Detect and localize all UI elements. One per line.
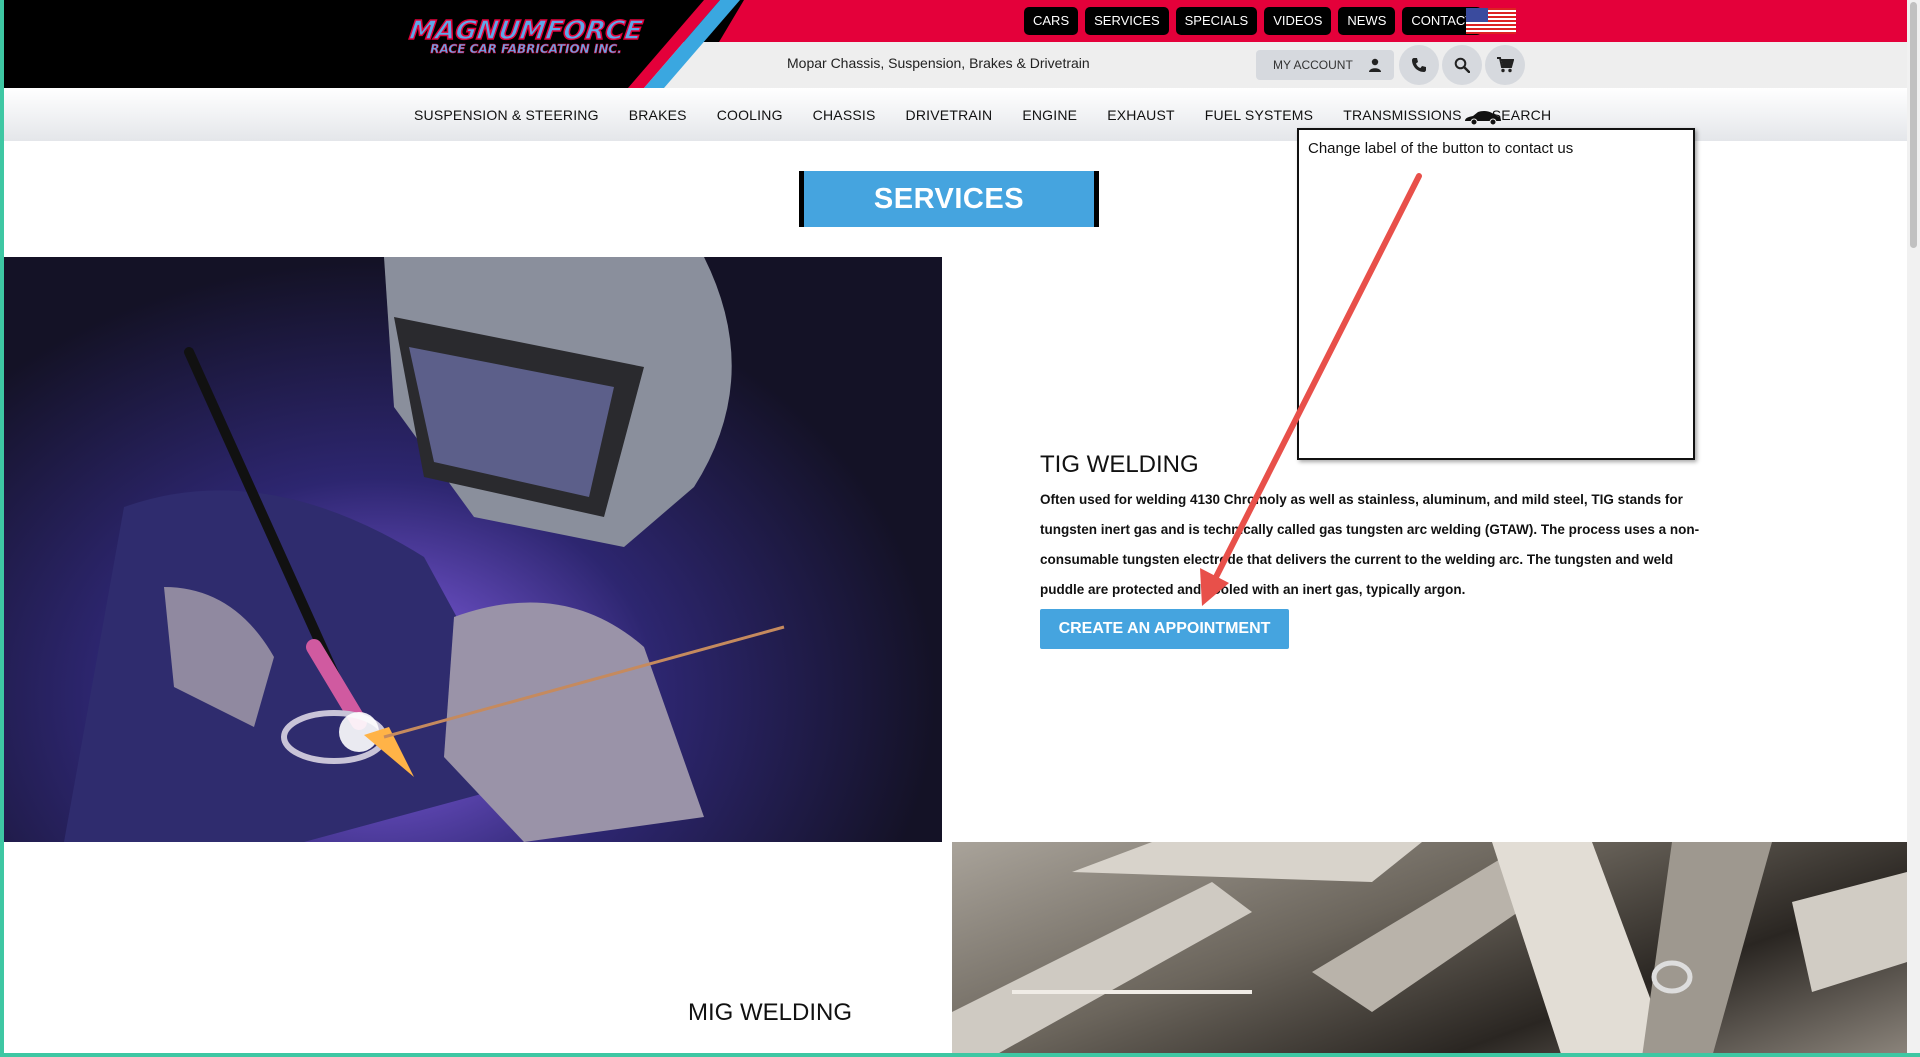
nav-suspension-steering[interactable]: SUSPENSION & STEERING xyxy=(414,107,599,123)
my-account-button[interactable]: MY ACCOUNT xyxy=(1256,50,1394,80)
annotation-text: Change label of the button to contact us xyxy=(1308,140,1574,157)
nav-brakes[interactable]: BRAKES xyxy=(629,107,687,123)
tig-welding-image xyxy=(4,257,942,842)
top-nav-cars[interactable]: CARS xyxy=(1024,7,1079,35)
nav-drivetrain[interactable]: DRIVETRAIN xyxy=(906,107,993,123)
nav-transmissions[interactable]: TRANSMISSIONS xyxy=(1343,107,1462,123)
logo-sub-text: RACE CAR FABRICATION INC. xyxy=(430,42,622,57)
scrollbar-thumb[interactable] xyxy=(1910,2,1917,248)
browser-viewport: MAGNUMFORCE RACE CAR FABRICATION INC. CA… xyxy=(4,0,1907,1053)
my-account-label: MY ACCOUNT xyxy=(1273,58,1353,72)
cart-button[interactable] xyxy=(1485,45,1525,85)
mig-welding-image xyxy=(952,842,1907,1053)
phone-icon xyxy=(1412,58,1426,72)
nav-cooling[interactable]: COOLING xyxy=(717,107,783,123)
flag-canton xyxy=(1466,8,1488,22)
top-nav-specials[interactable]: SPECIALS xyxy=(1175,7,1258,35)
car-search-icon[interactable] xyxy=(1464,110,1502,126)
user-icon xyxy=(1369,58,1381,72)
top-nav-videos[interactable]: VIDEOS xyxy=(1264,7,1332,35)
phone-button[interactable] xyxy=(1399,45,1439,85)
nav-exhaust[interactable]: EXHAUST xyxy=(1107,107,1175,123)
annotation-note: Change label of the button to contact us xyxy=(1297,128,1695,460)
cart-icon xyxy=(1496,57,1514,73)
tig-welding-title: TIG WELDING xyxy=(1040,451,1199,478)
create-appointment-button[interactable]: CREATE AN APPOINTMENT xyxy=(1040,609,1289,649)
mig-welding-title: MIG WELDING xyxy=(688,999,853,1026)
site-tagline: Mopar Chassis, Suspension, Brakes & Driv… xyxy=(787,55,1090,71)
nav-fuel-systems[interactable]: FUEL SYSTEMS xyxy=(1205,107,1313,123)
search-icon xyxy=(1454,57,1470,73)
header-red-band xyxy=(719,0,1907,42)
nav-engine[interactable]: ENGINE xyxy=(1022,107,1077,123)
tig-welder-illustration xyxy=(64,257,785,842)
tig-welding-description: Often used for welding 4130 Chromoly as … xyxy=(1040,492,1700,597)
header: MAGNUMFORCE RACE CAR FABRICATION INC. CA… xyxy=(4,0,1907,88)
search-button[interactable] xyxy=(1442,45,1482,85)
vertical-scrollbar[interactable] xyxy=(1907,0,1920,1053)
top-nav: CARS SERVICES SPECIALS VIDEOS NEWS CONTA… xyxy=(1024,7,1483,35)
top-nav-services[interactable]: SERVICES xyxy=(1085,7,1169,35)
nav-chassis[interactable]: CHASSIS xyxy=(813,107,876,123)
site-logo[interactable]: MAGNUMFORCE RACE CAR FABRICATION INC. xyxy=(382,15,670,60)
top-nav-news[interactable]: NEWS xyxy=(1338,7,1396,35)
logo-main-text: MAGNUMFORCE xyxy=(407,15,646,47)
services-banner: SERVICES xyxy=(799,171,1099,227)
us-flag-icon[interactable] xyxy=(1466,8,1516,34)
chassis-tubes-illustration xyxy=(952,842,1907,1053)
